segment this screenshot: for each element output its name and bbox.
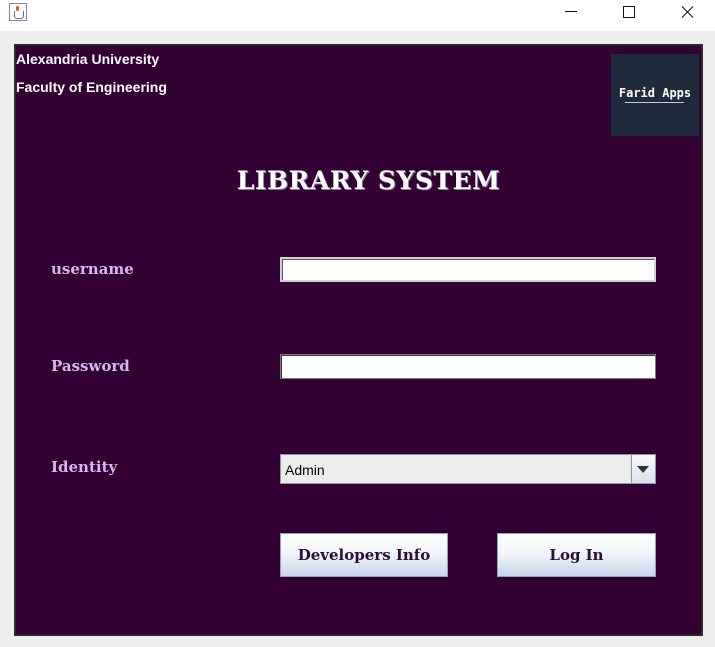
password-label: Password: [51, 357, 130, 375]
app-window: Alexandria University Faculty of Enginee…: [0, 0, 715, 647]
identity-selected-value: Admin: [285, 462, 325, 478]
title-bar[interactable]: [0, 0, 715, 31]
java-cup-icon[interactable]: [9, 3, 27, 21]
login-button[interactable]: Log In: [497, 533, 656, 577]
page-title: LIBRARY SYSTEM: [236, 166, 501, 195]
identity-label: Identity: [51, 458, 118, 476]
minimize-button[interactable]: [542, 0, 600, 31]
cup-shape: [14, 11, 24, 19]
faculty-label: Faculty of Engineering: [16, 79, 167, 95]
logo-text: Farid Apps: [618, 86, 692, 100]
identity-select[interactable]: Admin: [280, 454, 656, 484]
university-label: Alexandria University: [16, 51, 160, 67]
developers-info-button[interactable]: Developers Info: [280, 533, 448, 577]
password-input[interactable]: [280, 354, 656, 379]
minimize-icon: [565, 11, 577, 12]
login-panel: Alexandria University Faculty of Enginee…: [14, 44, 703, 636]
dropdown-arrow-button[interactable]: [631, 455, 655, 483]
farid-apps-logo: Farid Apps: [611, 54, 699, 136]
chevron-down-icon: [637, 466, 649, 473]
maximize-icon: [623, 6, 635, 18]
close-button[interactable]: [658, 0, 715, 31]
username-input[interactable]: [280, 257, 656, 282]
logo-underline: [625, 102, 684, 103]
maximize-button[interactable]: [600, 0, 658, 31]
username-label: username: [51, 260, 134, 278]
